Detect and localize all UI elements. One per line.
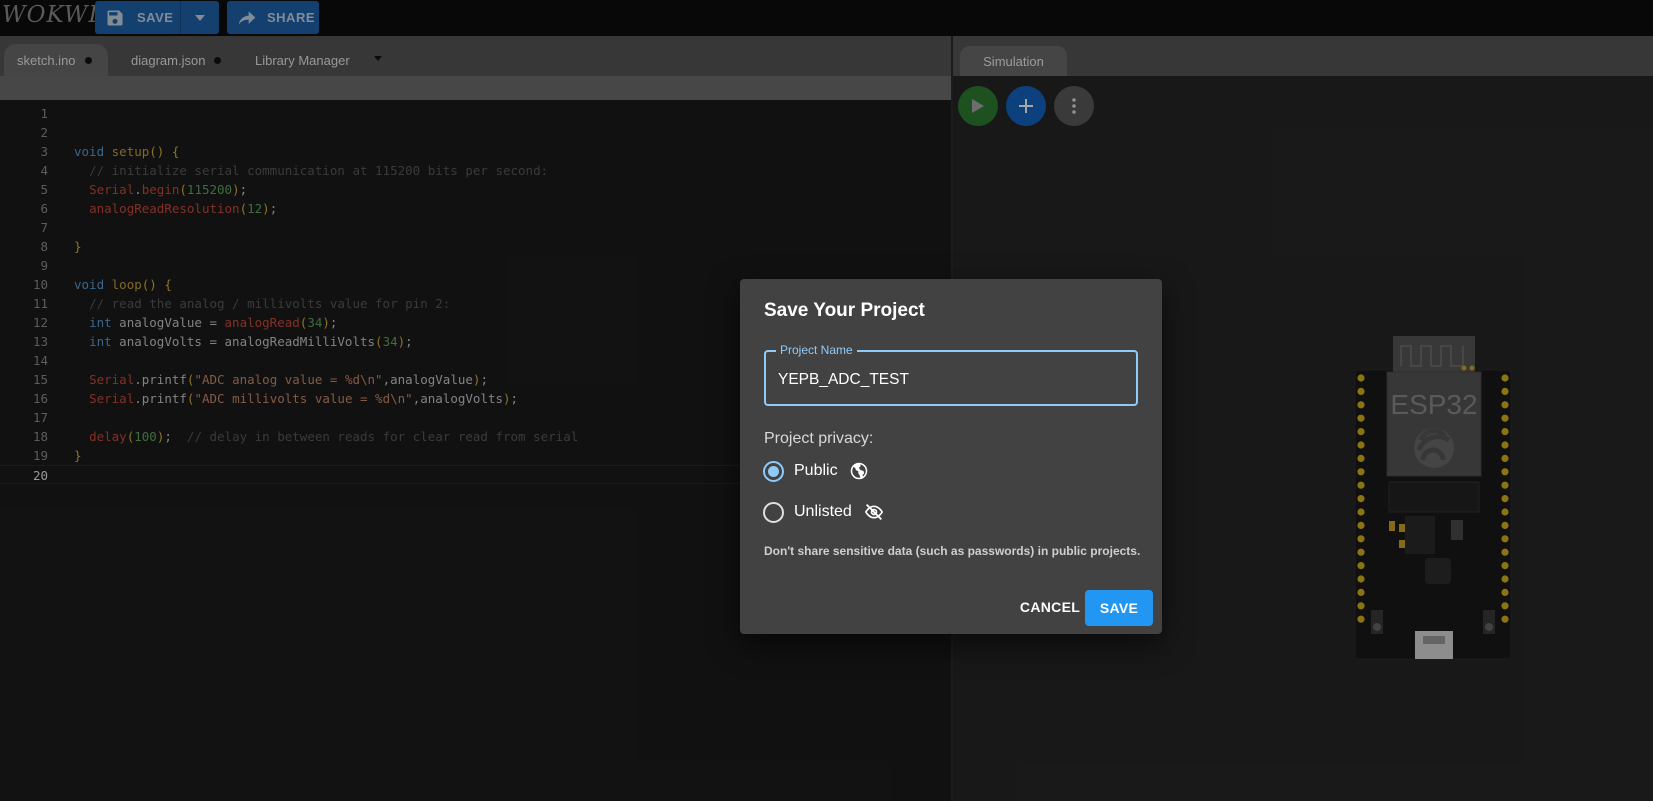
unlisted-radio[interactable] [763, 501, 784, 523]
cancel-button[interactable]: CANCEL [1004, 589, 1096, 625]
project-name-label: Project Name [776, 343, 857, 357]
save-project-dialog: Save Your Project Project Name Project p… [740, 279, 1162, 634]
project-name-field: Project Name [764, 343, 1138, 406]
privacy-warning-text: Don't share sensitive data (such as pass… [764, 544, 1141, 558]
save-project-button[interactable]: SAVE [1085, 590, 1153, 626]
public-radio[interactable] [763, 460, 784, 482]
project-name-input[interactable] [778, 371, 1118, 389]
eye-off-icon [864, 503, 884, 521]
privacy-option-unlisted[interactable]: Unlisted [763, 500, 884, 524]
dialog-title: Save Your Project [764, 300, 925, 321]
privacy-option-public[interactable]: Public [763, 459, 868, 483]
wokwi-app: WOKWI SAVE SHARE sketch.ino diagram.json [0, 0, 1653, 801]
globe-icon [850, 462, 868, 480]
project-privacy-label: Project privacy: [764, 430, 874, 447]
unlisted-radio-label: Unlisted [794, 503, 852, 520]
public-radio-label: Public [794, 462, 838, 479]
